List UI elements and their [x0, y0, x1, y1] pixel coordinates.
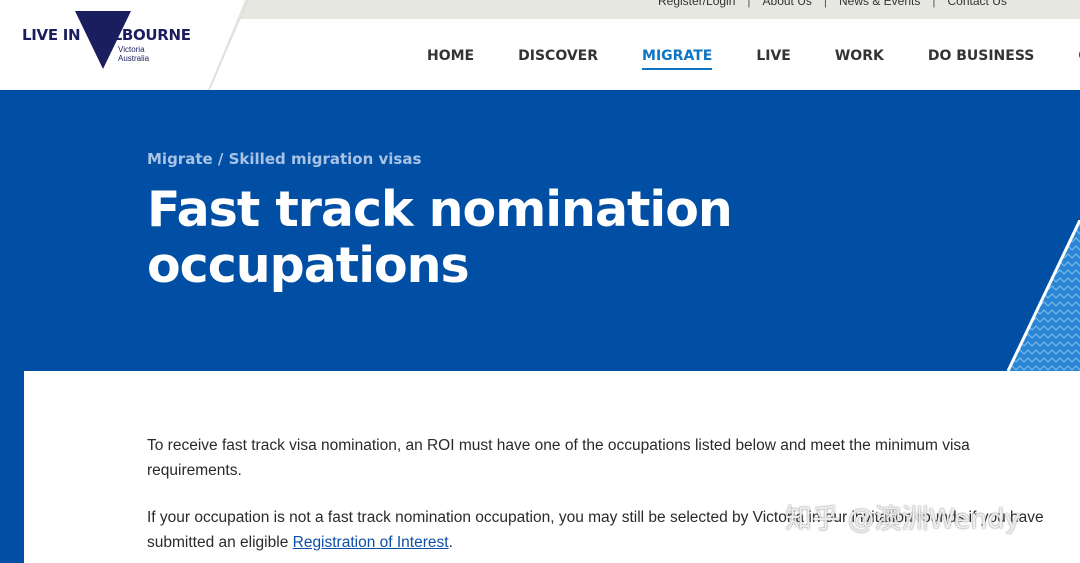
nav-home[interactable]: HOME: [427, 48, 474, 70]
nav-migrate[interactable]: MIGRATE: [642, 48, 713, 70]
utility-separator: |: [823, 0, 827, 8]
utility-separator: |: [932, 0, 936, 8]
zhihu-watermark: 知乎 @澳洲Wendy: [785, 504, 1021, 535]
content-side-strip: [0, 371, 24, 563]
nav-live[interactable]: LIVE: [756, 48, 791, 70]
nav-discover[interactable]: DISCOVER: [518, 48, 598, 70]
selection-paragraph-end: .: [448, 534, 453, 551]
breadcrumb: Migrate / Skilled migration visas: [147, 150, 421, 168]
breadcrumb-migrate[interactable]: Migrate: [147, 150, 213, 168]
logo-sub-victoria: Victoria: [118, 45, 145, 54]
utility-link-contact[interactable]: Contact Us: [948, 0, 1007, 8]
breadcrumb-skilled-migration-visas[interactable]: Skilled migration visas: [229, 150, 422, 168]
nav-do-business[interactable]: DO BUSINESS: [928, 48, 1035, 70]
nav-work[interactable]: WORK: [835, 48, 884, 70]
site-header: Register/Login | About Us | News & Event…: [0, 0, 1080, 90]
decorative-chevron-pattern: [1006, 220, 1080, 371]
utility-link-news[interactable]: News & Events: [839, 0, 920, 8]
intro-paragraph: To receive fast track visa nomination, a…: [147, 437, 970, 479]
utility-links: Register/Login | About Us | News & Event…: [658, 0, 1007, 8]
header-diagonal-divider: [208, 0, 260, 90]
utility-separator: |: [747, 0, 751, 8]
live-in-melbourne-logo[interactable]: LIVE IN MELBOURNE Victoria Australia: [22, 10, 192, 72]
page-title: Fast track nomination occupations: [147, 181, 733, 294]
logo-text-melbourne: MELBOURNE: [88, 26, 191, 44]
main-navigation: HOME DISCOVER MIGRATE LIVE WORK DO BUSIN…: [427, 48, 1080, 70]
utility-link-about[interactable]: About Us: [763, 0, 812, 8]
breadcrumb-separator: /: [212, 150, 229, 168]
logo-subtitle: Victoria Australia: [118, 45, 149, 63]
registration-of-interest-link[interactable]: Registration of Interest: [293, 534, 449, 551]
logo-text-live-in: LIVE IN: [22, 26, 81, 44]
hero-banner: Migrate / Skilled migration visas Fast t…: [0, 90, 1080, 371]
logo-sub-australia: Australia: [118, 54, 150, 63]
utility-link-register[interactable]: Register/Login: [658, 0, 735, 8]
